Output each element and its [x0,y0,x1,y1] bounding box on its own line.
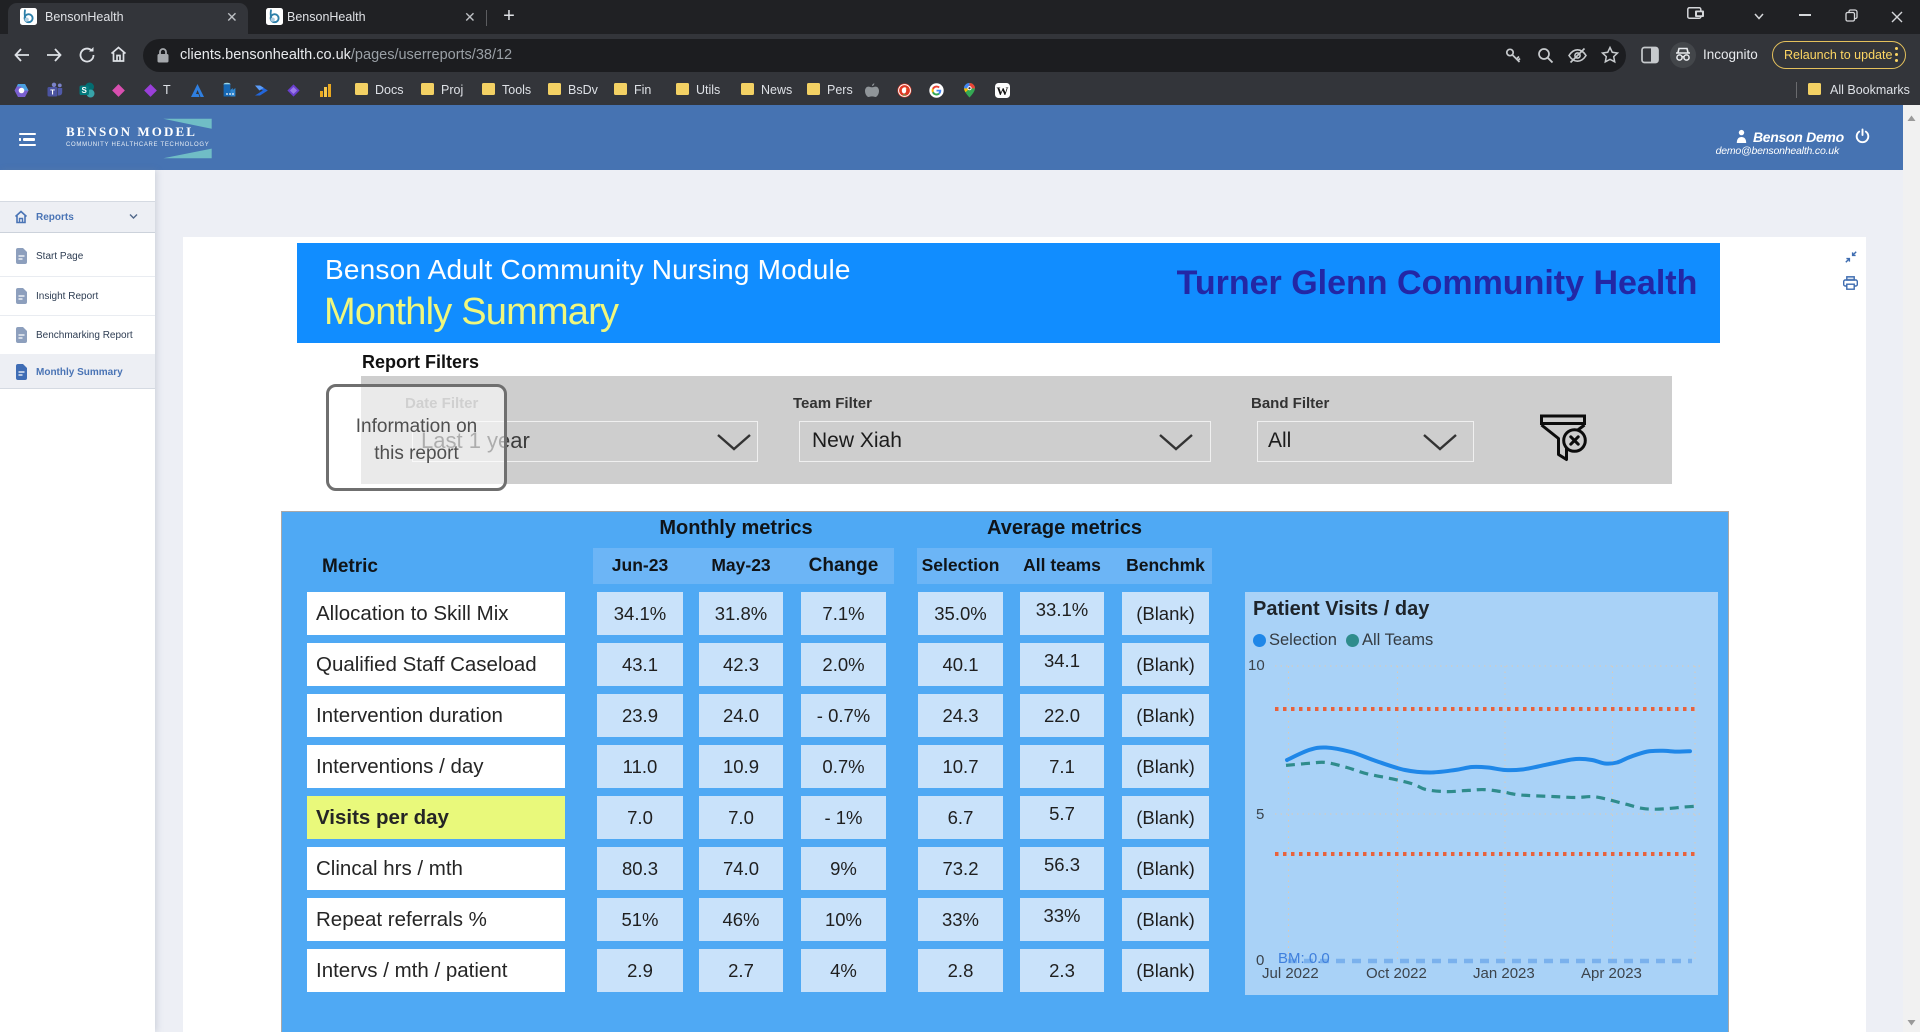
svg-text:W: W [997,84,1009,98]
svg-text:T: T [50,87,55,96]
svg-text:S: S [82,86,88,95]
